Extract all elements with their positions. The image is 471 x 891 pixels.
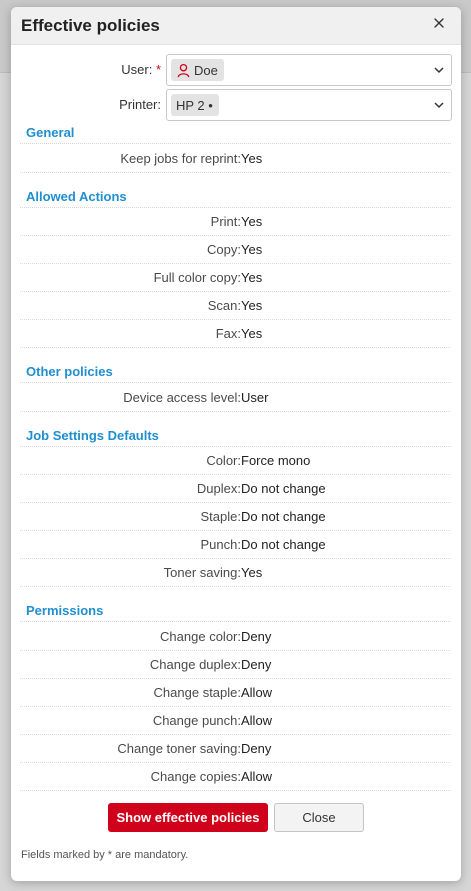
policy-label: Scan: (207, 298, 241, 313)
policy-value: Do not change (241, 481, 326, 496)
policy-row: Change copies: Allow (20, 762, 451, 791)
policy-row: Change punch: Allow (20, 706, 451, 735)
policy-row: Fax: Yes (20, 319, 451, 348)
user-chip[interactable]: Doe (171, 59, 224, 81)
policy-label: Change color: (160, 629, 241, 644)
policy-value: Yes (241, 326, 263, 341)
policy-label: Color: (206, 453, 241, 468)
policy-row: Change color: Deny (20, 622, 451, 651)
policy-row: Toner saving: Yes (20, 558, 451, 587)
policy-label: Change punch: (152, 713, 241, 728)
policy-row: Keep jobs for reprint: Yes (20, 144, 451, 173)
policy-value: User (241, 390, 269, 405)
policy-row: Change toner saving: Deny (20, 734, 451, 763)
policy-value: Deny (241, 741, 272, 756)
policy-row: Change staple: Allow (20, 678, 451, 707)
printer-field-row: Printer: HP 2 • (11, 89, 461, 121)
policy-row: Print: Yes (20, 207, 451, 236)
policy-label: Copy: (207, 242, 241, 257)
chevron-down-icon (434, 67, 444, 74)
policy-label: Duplex: (196, 481, 241, 496)
effective-policies-dialog: Effective policies User: * Doe Printer: … (11, 7, 461, 881)
policy-label: Change duplex: (149, 657, 241, 672)
policy-value: Do not change (241, 509, 326, 524)
policy-label: Full color copy: (153, 270, 241, 285)
required-mark: * (155, 62, 161, 77)
policy-label: Punch: (200, 537, 241, 552)
policy-value: Yes (241, 214, 263, 229)
printer-select[interactable]: HP 2 • (166, 89, 452, 121)
policy-row: Duplex: Do not change (20, 474, 451, 503)
close-button[interactable]: Close (274, 803, 364, 832)
policy-row: Full color copy: Yes (20, 263, 451, 292)
user-chip-label: Doe (194, 62, 218, 78)
user-field-row: User: * Doe (11, 54, 461, 86)
policy-row: Punch: Do not change (20, 530, 451, 559)
policy-value: Force mono (241, 453, 311, 468)
user-icon (177, 63, 190, 77)
policy-value: Deny (241, 629, 272, 644)
policy-label: Change copies: (150, 769, 241, 784)
policy-value: Allow (241, 769, 273, 784)
section-title-allowed-actions: Allowed Actions (26, 189, 127, 204)
policy-row: Change duplex: Deny (20, 650, 451, 679)
printer-chip[interactable]: HP 2 • (171, 94, 219, 116)
dialog-header: Effective policies (11, 7, 461, 45)
section-title-general: General (26, 125, 75, 140)
printer-field-label: Printer: (119, 97, 161, 112)
close-icon[interactable] (431, 15, 447, 31)
show-effective-policies-button[interactable]: Show effective policies (108, 803, 268, 832)
section-title-job-settings-defaults: Job Settings Defaults (26, 428, 159, 443)
user-field-label: User: * (121, 62, 161, 77)
policy-value: Yes (241, 565, 263, 580)
policy-label: Device access level: (123, 390, 241, 405)
printer-chip-label: HP 2 • (176, 97, 213, 113)
policy-value: Allow (241, 713, 273, 728)
policy-value: Deny (241, 657, 272, 672)
dialog-title: Effective policies (21, 16, 160, 35)
policy-row: Staple: Do not change (20, 502, 451, 531)
policy-label: Toner saving: (163, 565, 241, 580)
policy-value: Yes (241, 298, 263, 313)
section-title-permissions: Permissions (26, 603, 104, 618)
policy-label: Staple: (200, 509, 241, 524)
policy-label: Print: (210, 214, 241, 229)
section-title-other-policies: Other policies (26, 364, 113, 379)
policy-label: Change staple: (153, 685, 241, 700)
policy-label: Fax: (215, 326, 241, 341)
policy-label: Change toner saving: (117, 741, 241, 756)
chevron-down-icon (434, 102, 444, 109)
policy-row: Scan: Yes (20, 291, 451, 320)
policy-value: Do not change (241, 537, 326, 552)
policy-value: Yes (241, 242, 263, 257)
policy-row: Color: Force mono (20, 446, 451, 475)
policy-value: Allow (241, 685, 273, 700)
mandatory-fields-note: Fields marked by * are mandatory. (21, 849, 189, 861)
policy-value: Yes (241, 151, 263, 166)
policy-label: Keep jobs for reprint: (120, 151, 241, 166)
user-select[interactable]: Doe (166, 54, 452, 86)
policy-value: Yes (241, 270, 263, 285)
policy-row: Copy: Yes (20, 235, 451, 264)
policy-row: Device access level: User (20, 383, 451, 412)
